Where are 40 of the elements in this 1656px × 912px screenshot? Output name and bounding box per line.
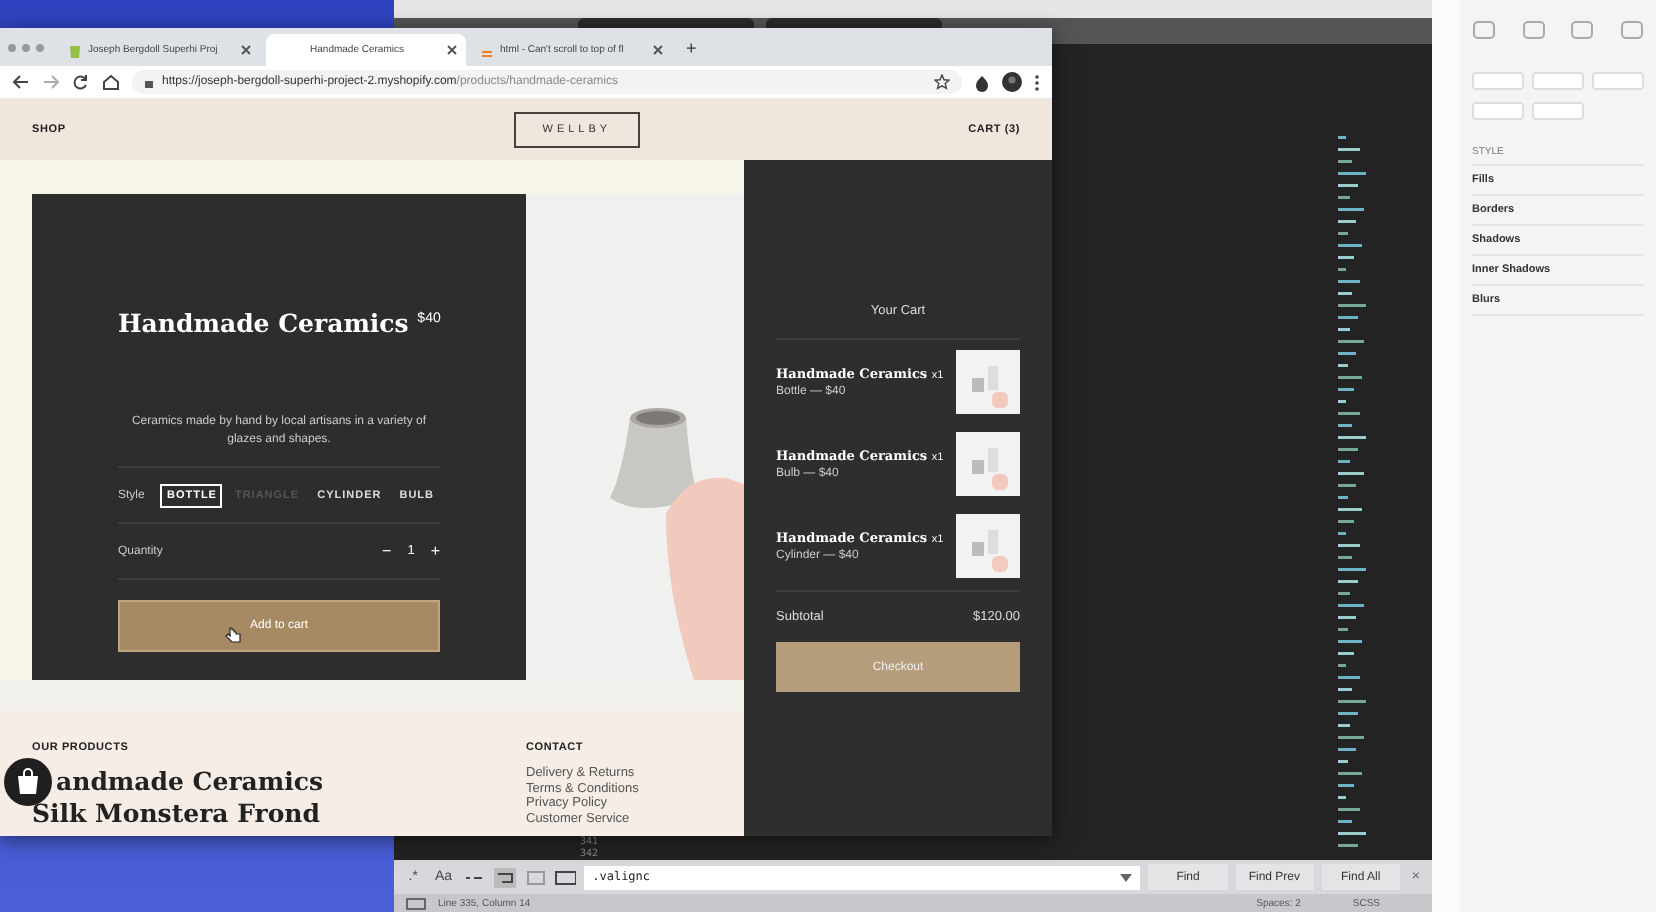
lock-icon xyxy=(144,76,154,88)
forward-icon[interactable] xyxy=(42,74,60,90)
dropdown-field[interactable] xyxy=(1592,72,1644,90)
product-thumbnail xyxy=(956,350,1020,414)
bag-icon xyxy=(68,42,82,58)
menu-icon[interactable] xyxy=(1034,73,1040,91)
close-light[interactable] xyxy=(8,43,16,51)
minimize-light[interactable] xyxy=(22,43,30,51)
toolbar-icon[interactable] xyxy=(1472,20,1496,40)
avatar-icon[interactable] xyxy=(1002,72,1022,92)
close-icon[interactable] xyxy=(446,44,458,56)
caret-icon[interactable] xyxy=(1120,873,1133,881)
increase-button[interactable]: + xyxy=(430,542,440,560)
shopify-bag-icon[interactable] xyxy=(4,758,52,806)
toolbar-icon[interactable] xyxy=(1570,20,1595,40)
dropdown-field[interactable] xyxy=(1532,102,1584,120)
toolbar-icon[interactable] xyxy=(1619,20,1644,40)
reload-icon[interactable] xyxy=(72,74,90,90)
product-thumbnail xyxy=(956,432,1020,496)
panel-icon[interactable] xyxy=(406,897,426,909)
zoom-light[interactable] xyxy=(36,43,44,51)
product-thumbnail xyxy=(956,514,1020,578)
dropdown-field[interactable] xyxy=(1532,72,1584,90)
hand-cursor-icon xyxy=(224,626,242,644)
back-icon[interactable] xyxy=(12,74,30,90)
highlight-icon[interactable] xyxy=(553,867,577,887)
dropdown-field[interactable] xyxy=(1472,102,1524,120)
toolbar-icon[interactable] xyxy=(1521,20,1546,40)
home-icon[interactable] xyxy=(102,74,120,90)
selection-icon[interactable] xyxy=(523,867,546,887)
star-icon[interactable] xyxy=(934,74,950,90)
dropdown-field[interactable] xyxy=(1472,72,1524,90)
close-icon[interactable] xyxy=(240,44,252,56)
product-link[interactable]: andmade Ceramics xyxy=(56,766,324,798)
product-link[interactable]: Silk Monstera Frond xyxy=(32,798,526,830)
wrap-icon[interactable] xyxy=(493,867,516,887)
close-icon[interactable] xyxy=(652,44,664,56)
new-tab-button[interactable]: + xyxy=(678,37,705,57)
product-title: Handmade Ceramics $^{$40}$ xyxy=(118,308,440,338)
decrease-button[interactable]: − xyxy=(382,542,392,560)
